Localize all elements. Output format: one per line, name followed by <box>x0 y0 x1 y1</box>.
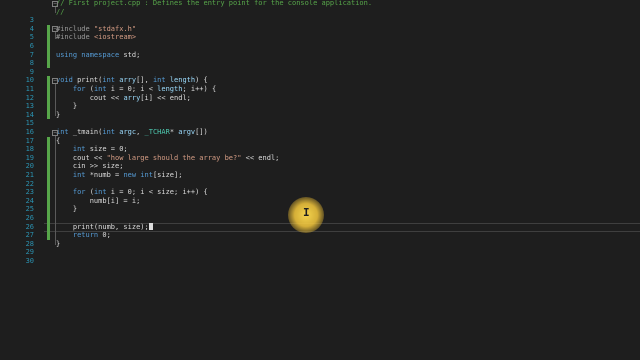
code-token: _tmain( <box>72 128 103 136</box>
code-token: int <box>102 128 120 136</box>
outline-guide <box>54 6 56 14</box>
code-token: new int <box>123 171 153 179</box>
code-token: length <box>169 76 196 85</box>
code-token: int <box>93 85 111 93</box>
code-editor[interactable]: // First project.cpp : Defines the entry… <box>0 0 640 360</box>
code-token: print(numb, size); <box>56 222 149 231</box>
code-token: size = 0; <box>89 145 128 154</box>
code-token: } <box>56 239 61 248</box>
code-token: numb[i] = i; <box>56 196 141 205</box>
code-token: "how large should the array be?" <box>106 153 242 162</box>
code-token: } <box>56 205 78 214</box>
code-token: int <box>56 128 73 136</box>
code-token: * <box>169 128 179 136</box>
code-token: int <box>93 188 111 197</box>
code-token: argc <box>119 128 137 136</box>
code-token: int <box>152 76 170 85</box>
code-token: "stdafx.h" <box>93 24 137 33</box>
code-token: ) { <box>195 76 208 85</box>
code-token: , <box>136 128 145 136</box>
code-token: arry <box>119 76 137 85</box>
code-token: { <box>56 136 61 145</box>
code-token: [], <box>136 76 153 85</box>
code-token: // First project.cpp : Defines the entry… <box>56 0 373 7</box>
code-token: int <box>72 145 90 154</box>
code-token: i = 0; i < size; i++) { <box>110 188 208 197</box>
ibeam-cursor-icon: I <box>303 206 310 219</box>
code-token: for <box>72 85 90 93</box>
code-token: int <box>102 76 120 85</box>
code-token: #include <box>56 24 94 33</box>
change-tracking-bar <box>47 24 50 68</box>
code-token: using namespace <box>56 50 124 59</box>
code-token: << endl; <box>241 153 280 162</box>
code-token: []) <box>195 128 208 136</box>
text-caret <box>148 222 153 230</box>
code-token: 0; <box>102 231 111 240</box>
code-token: arry <box>123 93 141 102</box>
code-token: std; <box>123 50 141 59</box>
code-token: for <box>72 188 90 197</box>
change-tracking-bar <box>47 136 50 240</box>
outline-guide <box>54 83 56 117</box>
code-token: argv <box>178 128 196 136</box>
outline-guide <box>54 135 56 246</box>
code-token: ; i++) { <box>182 85 217 93</box>
code-token: } <box>56 110 61 119</box>
change-tracking-bar <box>47 76 50 120</box>
code-token: [size]; <box>152 171 183 179</box>
code-token: int <box>72 171 90 179</box>
code-token: i = 0; i < <box>110 85 158 93</box>
code-token: <iostream> <box>93 33 137 42</box>
code-token: } <box>56 102 78 111</box>
code-token: cout << <box>56 93 124 102</box>
outline-guide <box>54 32 56 39</box>
code-token: [i] << endl; <box>140 93 191 102</box>
code-token: length <box>157 85 183 93</box>
code-token: _TCHAR <box>144 128 170 136</box>
line-number: 30 <box>25 257 34 265</box>
code-token: #include <box>56 33 94 42</box>
code-line[interactable] <box>56 257 640 266</box>
code-token: cout << <box>56 153 107 162</box>
code-token: print( <box>77 76 103 85</box>
code-token: return <box>72 231 103 240</box>
code-token: // <box>56 7 65 16</box>
code-token: void <box>56 76 78 85</box>
code-token: cin >> size; <box>56 162 124 171</box>
code-token: *numb = <box>89 171 124 179</box>
